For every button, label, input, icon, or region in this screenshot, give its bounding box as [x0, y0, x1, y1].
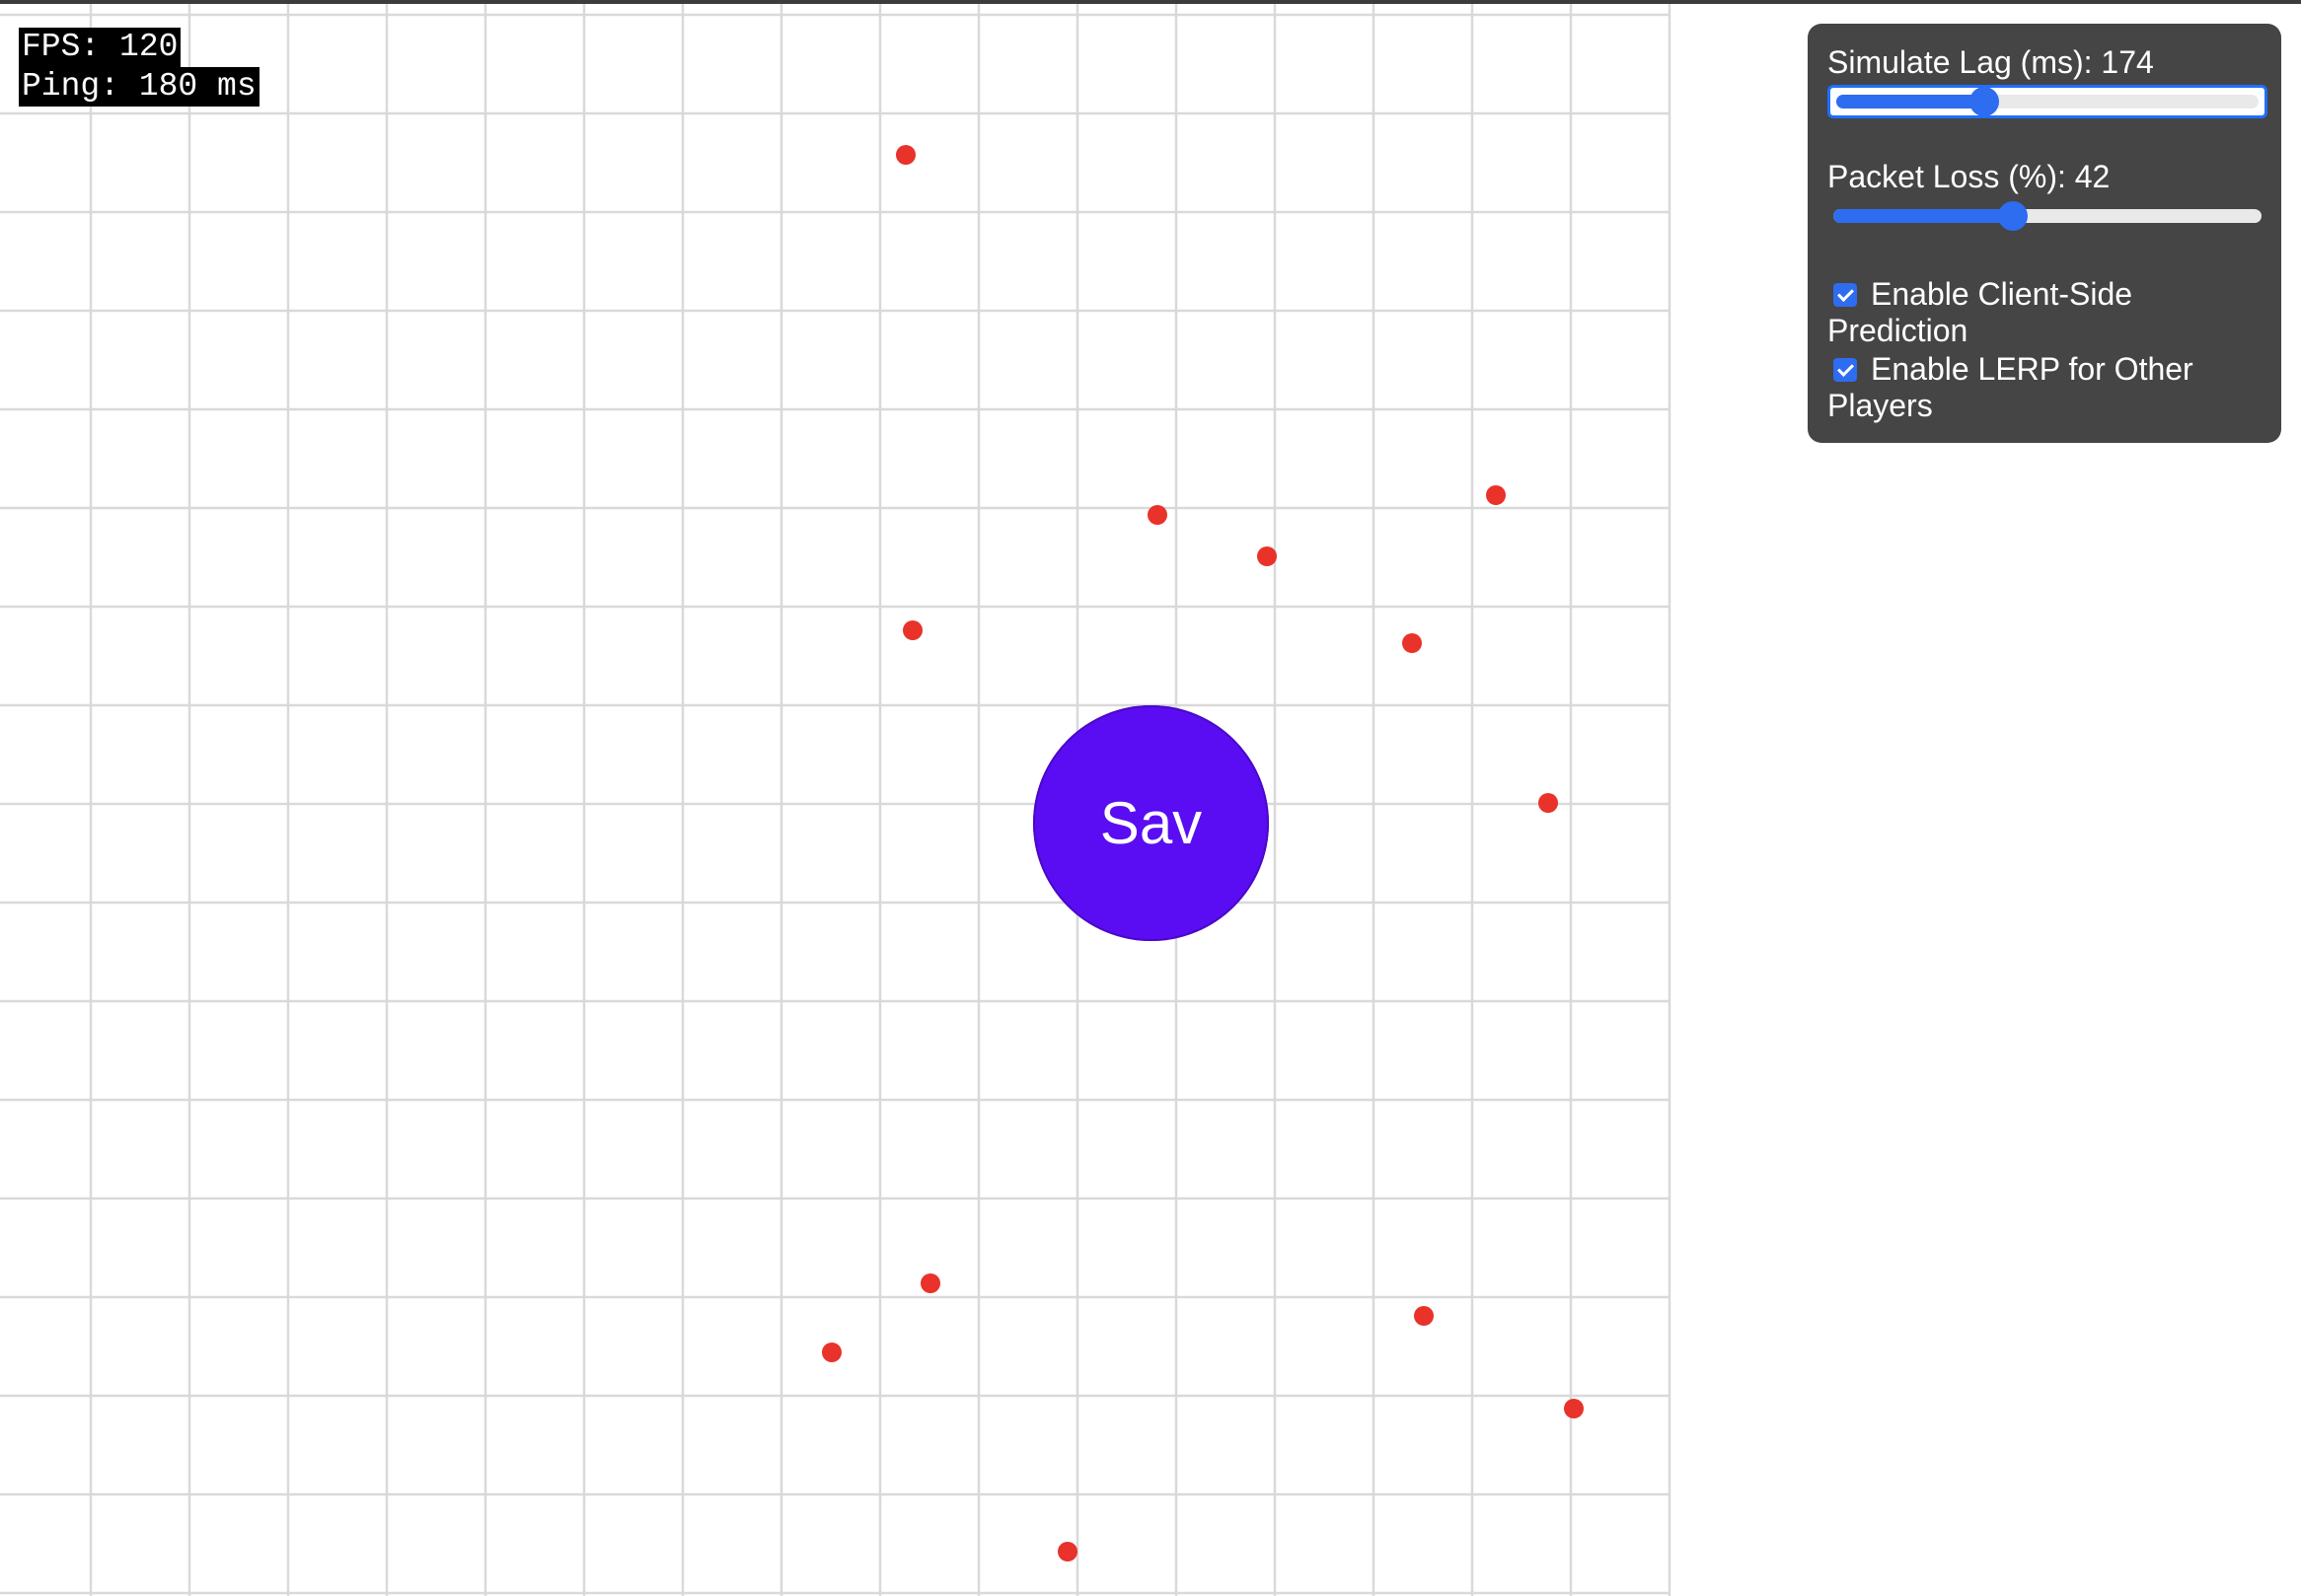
prediction-option[interactable]: Enable Client-Side Prediction: [1827, 276, 2262, 349]
food-dot: [1538, 793, 1558, 813]
packet-loss-slider[interactable]: [1827, 199, 2267, 233]
food-dot: [1564, 1399, 1584, 1418]
network-settings-panel: Simulate Lag (ms): 174 Packet Loss (%): …: [1808, 24, 2281, 443]
game-canvas[interactable]: FPS: 120 Ping: 180 ms Sav: [0, 4, 1671, 1596]
lerp-label: Enable LERP for Other Players: [1827, 351, 2193, 423]
dots-layer: [822, 145, 1584, 1561]
lag-slider-thumb[interactable]: [1968, 87, 1999, 116]
food-dot: [1414, 1306, 1434, 1326]
packet-loss-slider-thumb[interactable]: [1998, 201, 2029, 231]
food-dot: [1486, 485, 1506, 505]
lag-slider-fill: [1836, 95, 1984, 109]
food-dot: [822, 1342, 842, 1362]
ping-counter: Ping: 180 ms: [19, 67, 260, 107]
prediction-checkbox[interactable]: [1833, 283, 1857, 307]
hud: FPS: 120 Ping: 180 ms: [19, 28, 260, 107]
food-dot: [1402, 633, 1422, 653]
food-dot: [1257, 546, 1277, 566]
food-dot: [896, 145, 916, 165]
packet-loss-slider-track: [1833, 209, 2262, 223]
player-avatar: Sav: [1033, 705, 1269, 941]
player-name: Sav: [1099, 790, 1203, 856]
packet-loss-label: Packet Loss (%): 42: [1827, 159, 2111, 194]
lag-slider-track: [1836, 95, 2259, 109]
lag-label: Simulate Lag (ms): 174: [1827, 44, 2154, 80]
packet-loss-slider-fill: [1833, 209, 2014, 223]
lerp-option[interactable]: Enable LERP for Other Players: [1827, 351, 2262, 424]
food-dot: [1148, 505, 1167, 525]
food-dot: [1058, 1542, 1077, 1561]
lerp-checkbox[interactable]: [1833, 358, 1857, 382]
food-dot: [921, 1273, 940, 1293]
fps-counter: FPS: 120: [19, 28, 182, 67]
food-dot: [903, 620, 923, 640]
prediction-label: Enable Client-Side Prediction: [1827, 276, 2133, 348]
lag-slider[interactable]: [1827, 85, 2267, 118]
